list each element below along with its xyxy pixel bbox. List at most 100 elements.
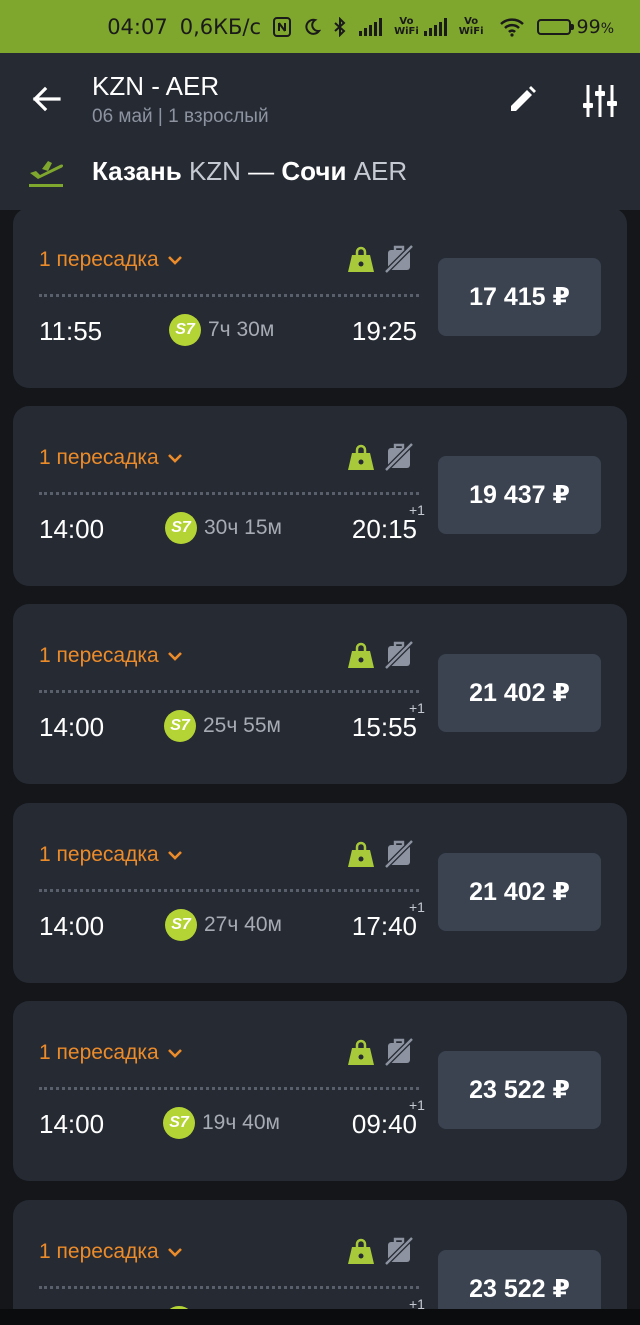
route-divider xyxy=(39,690,419,693)
next-day-badge: +1 xyxy=(409,502,425,518)
chevron-down-icon xyxy=(167,256,182,265)
flight-card[interactable]: 1 пересадка 14:00 S7 25ч 55м 15:55 +1 21 402 ₽ xyxy=(13,604,627,784)
flight-duration: 19ч 40м xyxy=(202,1111,280,1134)
transfers-label: 1 пересадка xyxy=(39,843,159,866)
volte-wifi-badge: Vo WiFi xyxy=(394,15,419,37)
arrival-time: 19:25 xyxy=(351,316,417,346)
route-separator: — xyxy=(240,156,282,186)
price-button[interactable]: 23 522 ₽ xyxy=(438,1051,601,1129)
price-button[interactable]: 21 402 ₽ xyxy=(438,654,601,732)
pencil-icon xyxy=(511,86,536,111)
transfers-toggle[interactable]: 1 пересадка xyxy=(39,1240,183,1264)
next-day-badge: +1 xyxy=(409,899,425,915)
next-day-badge: +1 xyxy=(409,700,425,716)
arrival-time: 17:40 xyxy=(351,911,417,941)
status-bar: 04:07 0,6КБ/с Vo WiFi Vo WiFi 99% xyxy=(0,0,640,53)
chevron-down-icon xyxy=(167,1248,182,1257)
transfers-label: 1 пересадка xyxy=(39,248,159,271)
signal-icon xyxy=(359,17,383,36)
airline-info: S7 19ч 40м xyxy=(163,1107,280,1139)
transfers-label: 1 пересадка xyxy=(39,446,159,469)
bluetooth-icon xyxy=(333,16,347,37)
route-divider xyxy=(39,889,419,892)
s7-airline-logo: S7 xyxy=(169,314,201,346)
flight-card[interactable]: 1 пересадкаS7+123 522 ₽ xyxy=(13,1200,627,1325)
signal-icon xyxy=(423,17,447,36)
departure-time: 11:55 xyxy=(39,316,103,346)
arrival-time: 20:15 xyxy=(351,514,417,544)
s7-airline-logo: S7 xyxy=(163,1107,195,1139)
plane-takeoff-icon xyxy=(26,153,66,189)
flight-duration: 27ч 40м xyxy=(204,913,282,936)
departure-time: 14:00 xyxy=(39,514,105,544)
battery-percent: 99 xyxy=(576,15,601,38)
edit-search-button[interactable] xyxy=(503,81,541,119)
s7-airline-logo: S7 xyxy=(164,710,196,742)
route-divider xyxy=(39,1286,419,1289)
airline-info: S7 27ч 40м xyxy=(165,909,282,941)
flight-duration: 30ч 15м xyxy=(204,516,282,539)
flight-card[interactable]: 1 пересадка 11:55 S7 7ч 30м 19:25 17 415 ₽ xyxy=(13,210,627,388)
origin-city: Казань xyxy=(92,156,182,186)
flight-card[interactable]: 1 пересадка 14:00 S7 27ч 40м 17:40 +1 21 402 ₽ xyxy=(13,803,627,983)
arrow-left-icon xyxy=(32,86,61,112)
transfers-toggle[interactable]: 1 пересадка xyxy=(39,248,183,272)
route-divider xyxy=(39,294,419,297)
chevron-down-icon xyxy=(167,851,182,860)
price-button[interactable]: 21 402 ₽ xyxy=(438,853,601,931)
search-subtitle: 06 май | 1 взрослый xyxy=(92,106,269,127)
departure-time: 14:00 xyxy=(39,712,105,742)
hand-luggage-icon xyxy=(348,1238,374,1264)
back-button[interactable] xyxy=(26,79,66,119)
no-baggage-icon xyxy=(384,839,414,869)
transfers-toggle[interactable]: 1 пересадка xyxy=(39,843,183,867)
transfers-label: 1 пересадка xyxy=(39,644,159,667)
origin-code: KZN xyxy=(188,156,241,186)
nfc-icon xyxy=(273,16,292,37)
route-divider xyxy=(39,1087,419,1090)
no-baggage-icon xyxy=(384,1236,414,1266)
destination-city: Сочи xyxy=(281,156,347,186)
hand-luggage-icon xyxy=(348,1039,374,1065)
arrival-time: 15:55 xyxy=(351,712,417,742)
airline-info: S7 25ч 55м xyxy=(164,710,281,742)
transfers-label: 1 пересадка xyxy=(39,1041,159,1064)
battery-icon: 99% xyxy=(536,15,614,38)
s7-airline-logo: S7 xyxy=(165,512,197,544)
volte-wifi-badge: Vo WiFi xyxy=(458,15,484,37)
page-title: KZN - AER xyxy=(92,71,220,101)
flight-card[interactable]: 1 пересадка 14:00 S7 19ч 40м 09:40 +1 23 522 ₽ xyxy=(13,1001,627,1181)
route-summary: Казань KZN — Сочи AER xyxy=(92,156,407,187)
transfers-toggle[interactable]: 1 пересадка xyxy=(39,644,183,668)
flight-duration: 7ч 30м xyxy=(208,318,275,341)
route-divider xyxy=(39,492,419,495)
no-baggage-icon xyxy=(384,640,414,670)
flight-duration: 25ч 55м xyxy=(203,714,281,737)
s7-airline-logo: S7 xyxy=(165,909,197,941)
navigation-bar-edge xyxy=(0,1309,640,1325)
hand-luggage-icon xyxy=(348,841,374,867)
flight-results-list: 1 пересадка 11:55 S7 7ч 30м 19:25 17 415 ₽1 п… xyxy=(0,210,640,1325)
chevron-down-icon xyxy=(167,652,182,661)
chevron-down-icon xyxy=(167,1049,182,1058)
transfers-toggle[interactable]: 1 пересадка xyxy=(39,1041,183,1065)
no-baggage-icon xyxy=(384,1037,414,1067)
price-button[interactable]: 17 415 ₽ xyxy=(438,258,601,336)
chevron-down-icon xyxy=(167,454,182,463)
transfers-label: 1 пересадка xyxy=(39,1240,159,1263)
price-button[interactable]: 19 437 ₽ xyxy=(438,456,601,534)
departure-time: 14:00 xyxy=(39,911,105,941)
wifi-icon xyxy=(499,17,525,37)
no-baggage-icon xyxy=(384,442,414,472)
flight-card[interactable]: 1 пересадка 14:00 S7 30ч 15м 20:15 +1 19 437 ₽ xyxy=(13,406,627,586)
filters-button[interactable] xyxy=(580,81,620,121)
departure-time: 14:00 xyxy=(39,1109,105,1139)
status-time: 04:07 xyxy=(107,14,168,39)
hand-luggage-icon xyxy=(348,642,374,668)
transfers-toggle[interactable]: 1 пересадка xyxy=(39,446,183,470)
no-baggage-icon xyxy=(384,244,414,274)
destination-code: AER xyxy=(353,156,408,186)
search-header: KZN - AER 06 май | 1 взрослый Казань KZN… xyxy=(0,53,640,210)
airline-info: S7 30ч 15м xyxy=(165,512,282,544)
next-day-badge: +1 xyxy=(409,1097,425,1113)
